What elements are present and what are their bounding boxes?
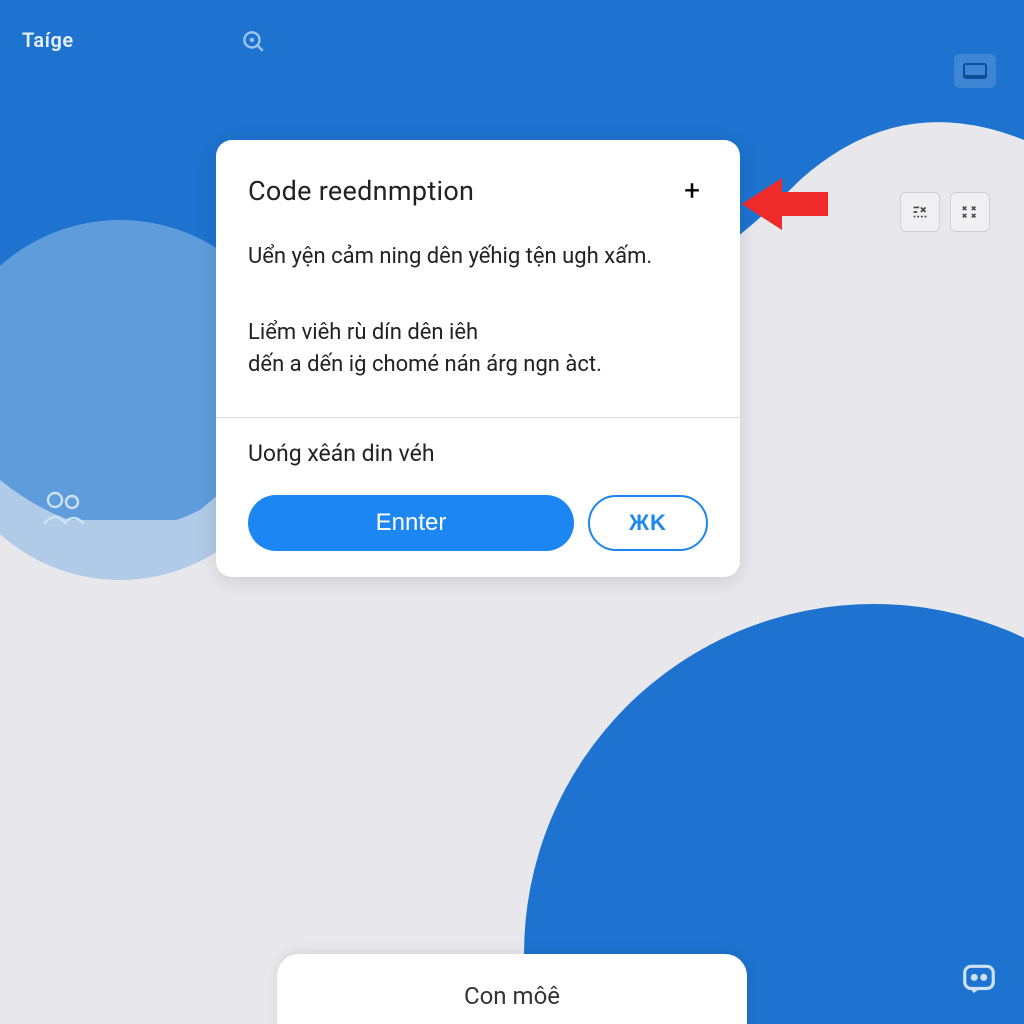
bottom-card[interactable]: Con môê: [277, 954, 747, 1024]
annotation-arrow-icon: [742, 168, 872, 252]
code-input-label: Uońg xêán din véh: [248, 440, 708, 467]
search-icon[interactable]: [238, 26, 268, 56]
add-icon[interactable]: +: [676, 170, 708, 211]
modal-body: Uển yện cảm ning dên yếhig tện ugh xấm. …: [216, 219, 740, 417]
chat-icon[interactable]: [960, 960, 998, 1002]
code-redemption-modal: Code reednmption + Uển yện cảm ning dên …: [216, 140, 740, 577]
modal-description-2b: dến a dến iġ chomé nán árg ngn àct.: [248, 352, 602, 377]
modal-title: Code reednmption: [248, 175, 474, 207]
menu-icon[interactable]: [954, 54, 996, 88]
enter-button[interactable]: Ennter: [248, 495, 574, 551]
tool-button-1[interactable]: [900, 192, 940, 232]
brand-label: Taíge: [22, 28, 74, 52]
modal-description-1: Uển yện cảm ning dên yếhig tện ugh xấm.: [248, 241, 708, 273]
modal-input-section: Uońg xêán din véh Ennter ЖK: [216, 418, 740, 577]
people-icon[interactable]: [40, 488, 88, 532]
modal-button-row: Ennter ЖK: [248, 495, 708, 551]
modal-description-2: Liểm viêh rù dín dên iêh dến a dến iġ ch…: [248, 317, 708, 381]
tool-button-2[interactable]: [950, 192, 990, 232]
modal-description-2a: Liểm viêh rù dín dên iêh: [248, 320, 478, 345]
tool-button-group: [900, 192, 990, 232]
secondary-button[interactable]: ЖK: [588, 495, 708, 551]
modal-header: Code reednmption +: [216, 140, 740, 219]
bottom-card-label: Con môê: [464, 982, 560, 1010]
